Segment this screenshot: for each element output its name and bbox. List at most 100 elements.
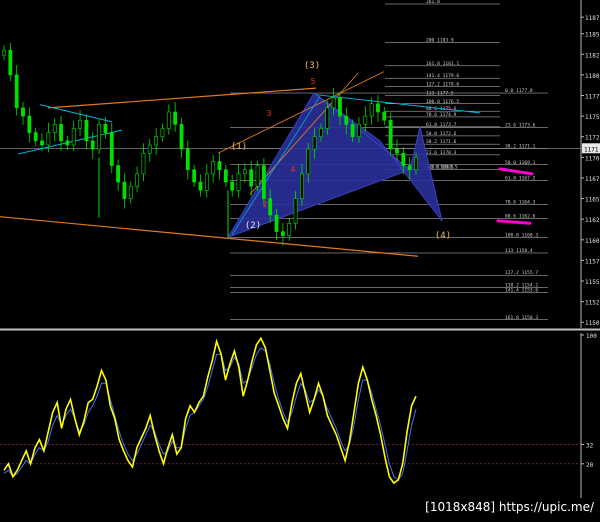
candle bbox=[135, 166, 140, 193]
candle-body bbox=[287, 222, 292, 236]
candle bbox=[2, 45, 6, 61]
candle-body bbox=[223, 169, 228, 183]
fib-level-label: 50.0 1172.6 bbox=[426, 131, 457, 137]
price-tick-label: 1167. bbox=[585, 176, 600, 183]
candle-body bbox=[401, 152, 406, 166]
candle-body bbox=[204, 173, 209, 191]
candle bbox=[166, 104, 171, 135]
oscillator-tick-label: 20 bbox=[586, 462, 594, 469]
candle-body bbox=[325, 107, 330, 129]
highlight-mark bbox=[496, 219, 532, 225]
candle bbox=[217, 152, 222, 180]
candle-body bbox=[90, 140, 95, 150]
fib-retracement-label: 0.0 1177.8 bbox=[505, 88, 533, 94]
candle-body bbox=[369, 103, 374, 117]
candle-body bbox=[46, 132, 51, 146]
candle-body bbox=[103, 124, 108, 133]
candle-body bbox=[14, 74, 19, 109]
trend-line-cyan bbox=[39, 104, 113, 123]
candle-body bbox=[242, 169, 247, 175]
trend-line-cyan bbox=[17, 129, 123, 155]
fib-level-label: 78.6 1174.9 bbox=[426, 112, 457, 118]
candle-body bbox=[8, 49, 13, 76]
price-tick-label: 1187 bbox=[585, 15, 600, 22]
price-tick-label: 1150. bbox=[585, 320, 600, 327]
candle-body bbox=[230, 181, 235, 191]
candle bbox=[223, 164, 228, 188]
candle-body bbox=[293, 198, 298, 224]
candle bbox=[185, 140, 190, 180]
candle bbox=[122, 173, 127, 209]
wave-label: 5 bbox=[311, 77, 316, 86]
wave-label: (3) bbox=[304, 61, 320, 71]
fib-level-label: 261.8 bbox=[426, 0, 440, 5]
fib-retracement-label: 141.4 1153.6 bbox=[505, 288, 538, 294]
oscillator-tick-label: 32 bbox=[586, 442, 594, 449]
candle-body bbox=[109, 132, 114, 166]
fib-retracement-label: 50.0 1169.1 bbox=[505, 160, 536, 166]
fib-retracement-label: 38.2 1171.1 bbox=[505, 143, 536, 149]
candle bbox=[230, 174, 235, 197]
price-tick-label: 1155. bbox=[585, 279, 600, 286]
candle bbox=[173, 102, 178, 132]
candle-body bbox=[154, 136, 159, 146]
price-tick-label: 1175. bbox=[585, 114, 600, 121]
wave-label: 4 bbox=[291, 165, 296, 174]
candle-body bbox=[160, 128, 165, 138]
fib-level-label: 113 1177.5 bbox=[426, 91, 454, 97]
candle bbox=[46, 122, 51, 153]
candle bbox=[97, 119, 101, 155]
candle-body bbox=[274, 214, 279, 232]
candle bbox=[14, 65, 19, 116]
candle-body bbox=[407, 165, 412, 171]
candle-body bbox=[344, 115, 349, 125]
candle-body bbox=[350, 124, 355, 138]
price-tick-label: 1180. bbox=[585, 73, 600, 80]
fib-level-label: 200 1183.9 bbox=[426, 38, 454, 44]
candle bbox=[363, 106, 368, 132]
candle-body bbox=[319, 128, 323, 138]
candle-body bbox=[122, 181, 127, 199]
price-tick-label: 1172. bbox=[585, 135, 600, 142]
wave-label: (1) bbox=[231, 142, 247, 152]
candle bbox=[71, 121, 76, 152]
trend-line-lower bbox=[0, 216, 419, 257]
candle-body bbox=[21, 107, 25, 117]
price-chart-canvas[interactable]: 1187 1185. 1182. 1180. 1177. 1175. 1172. 1170. 1… bbox=[0, 0, 600, 518]
oscillator-tick-label: 100 bbox=[586, 333, 597, 340]
fib-level-label: 38.2 1171.6 bbox=[426, 139, 457, 145]
fib-level-label: 161.8 1181.1 bbox=[426, 61, 459, 67]
candle-body bbox=[306, 148, 311, 175]
candle-body bbox=[414, 157, 418, 171]
fib-retracement-label: 100.0 1160.3 bbox=[505, 232, 538, 238]
candle-body bbox=[33, 132, 38, 142]
candle bbox=[116, 159, 120, 191]
fib-retracement-label: 61.8 1167.2 bbox=[505, 175, 536, 181]
fib-level-label: 0.0 1168.5 bbox=[430, 165, 458, 171]
candle-body bbox=[388, 119, 393, 150]
candle-body bbox=[2, 49, 6, 56]
fib-retracement-label: 88.6 1162.6 bbox=[505, 213, 536, 219]
candle bbox=[109, 122, 114, 174]
candle bbox=[8, 42, 13, 82]
candle bbox=[192, 164, 197, 188]
fib-retracement-label: 161.8 1150.3 bbox=[505, 315, 538, 321]
candle-body bbox=[211, 161, 216, 175]
candle bbox=[369, 97, 374, 125]
candle bbox=[84, 114, 89, 150]
candle bbox=[382, 107, 387, 126]
candle bbox=[261, 158, 266, 205]
candle-body bbox=[97, 124, 101, 150]
candle bbox=[128, 181, 133, 204]
fib-level-label: 100.0 1176.5 bbox=[426, 99, 459, 105]
watermark-text: [1018x848] https://upic.me/ bbox=[425, 500, 594, 514]
candle-body bbox=[249, 169, 254, 187]
candle bbox=[376, 95, 380, 122]
candle-body bbox=[78, 119, 82, 129]
candle-body bbox=[300, 173, 304, 199]
candle-body bbox=[65, 140, 70, 146]
candle bbox=[179, 118, 184, 158]
fib-retracement-label: 113 1158.4 bbox=[505, 248, 533, 254]
candle-body bbox=[192, 169, 197, 183]
candle-body bbox=[128, 185, 133, 199]
